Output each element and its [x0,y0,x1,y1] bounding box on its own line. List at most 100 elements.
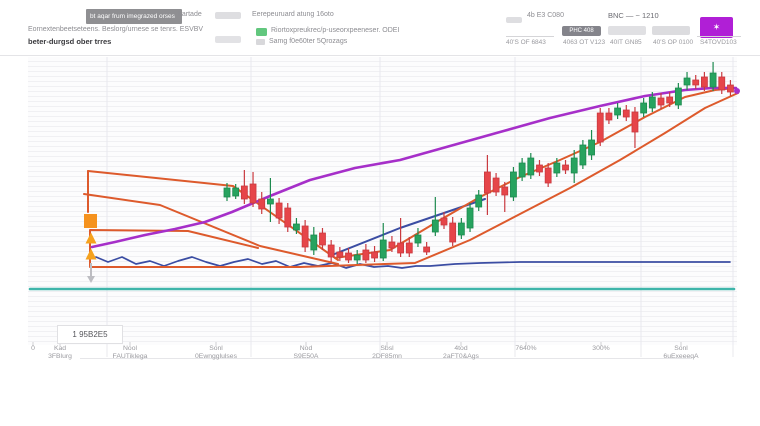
x-axis-label: Sonl0Ewngglulses [195,345,237,361]
toolbar-pill[interactable] [215,36,241,43]
green-indicator-badge [256,28,267,36]
candlestick [415,235,421,243]
candlestick [372,252,378,258]
candlestick [380,240,386,258]
x-axis-tick-text: Kad [54,345,66,352]
candlestick [276,203,282,218]
toolbar: bt aqar frum imegrazed orses Lartade Eer… [0,0,760,56]
x-axis-tick-text: Sonl [674,345,688,352]
candlestick [406,243,412,253]
candlestick [458,223,464,235]
candlestick [293,224,299,230]
x-axis-tick-text: S9E50A [294,353,319,360]
candlestick [641,103,647,113]
candlestick [450,223,456,242]
buy-button[interactable]: ✶ [700,17,733,38]
candlestick [536,165,542,172]
candlestick [545,168,551,183]
candlestick [441,218,447,225]
candlestick [649,97,655,108]
x-axis-tick-text: FAUTiklega [113,353,148,360]
candlestick [285,208,291,227]
candlestick [667,97,673,103]
candlestick [727,85,733,92]
candlestick [528,158,534,175]
candlestick [432,220,438,232]
up-arrow-icon [86,233,97,244]
x-axis-label: Kad3FBlurg [48,345,72,361]
candlestick [597,113,603,142]
candlestick [519,163,525,177]
candlestick [250,184,256,203]
toolbar-pill[interactable] [215,12,241,19]
symbol-label: BNC — ~ 1210 [608,11,659,20]
line-end-dot [734,88,740,94]
candlestick [684,78,690,85]
price-axis-tag: 1 95B2E5 [57,325,123,344]
x-axis-tick-text: 0 [31,345,35,352]
candlestick [571,158,577,173]
candlestick [615,108,621,115]
divider [697,36,741,37]
candlestick [319,233,325,245]
candlestick [554,163,560,173]
stat-value: 40'S OF 6843 [506,39,546,46]
candlestick [623,110,629,117]
latest-label: Lartade [178,11,202,18]
x-axis-tick-text: 0Ewngglulses [195,353,237,360]
divider [506,36,554,37]
x-axis-label: 300% [592,345,609,353]
orange-trendline-2 [84,194,338,264]
candlestick [267,199,273,204]
candlestick [632,112,638,132]
x-axis-tick-text: 6uExeeeqA [663,353,698,360]
down-arrow-icon [87,276,95,283]
candlestick [363,250,369,260]
toolbar-pill[interactable] [506,17,522,23]
buy-marker-square-icon [84,214,97,228]
toolbar-pill[interactable] [608,26,646,35]
toolbar-pill[interactable] [652,26,690,35]
candlestick [510,172,516,197]
candlestick [311,235,317,250]
candlestick [233,188,239,196]
toolbar-right-small: 4b E3 C080 [527,12,564,19]
x-axis-tick-text: 3FBlurg [48,353,72,360]
candlestick [493,178,499,192]
x-axis-tick-text: 2aFT0&Ags [443,353,479,360]
candlestick [710,73,716,87]
stat-value: S4TOVD103 [700,39,737,46]
x-axis: 0Kad3FBlurgNoolFAUTiklegaSonl0Ewngglulse… [0,345,760,367]
candlestick [259,199,265,209]
x-axis-label: NodS9E50A [294,345,319,361]
candlestick [224,188,230,197]
x-axis-label: NoolFAUTiklega [113,345,148,361]
sparkle-icon: ✶ [713,22,721,32]
candlestick [719,77,725,90]
gray-indicator-badge [256,39,265,45]
x-axis-tick-text: Sonl [209,345,223,352]
primary-toolbar-button[interactable]: bt aqar frum imegrazed orses [86,9,182,24]
legend-line-2: Riortoxpreukrec/p-useorxpeeneser. ODEI [271,27,399,34]
candlestick [563,165,569,170]
stat-value: 40IT GN85 [610,39,642,46]
candlestick [675,88,681,105]
price-chip[interactable]: PHC 408 [562,26,601,36]
candlestick [389,242,395,248]
candlestick [658,98,664,105]
x-axis-tick-text: 300% [592,345,609,352]
candlestick [476,195,482,207]
candlestick [502,187,508,195]
candlestick [346,253,352,260]
candlestick [693,80,699,85]
candlestick [701,77,707,87]
candlestick [302,226,308,247]
orange-upper-channel [335,88,736,258]
candlestick [241,186,247,199]
x-axis-tick-text: Nod [300,345,312,352]
x-axis-tick-text: Sbsl [380,345,393,352]
up-arrow-icon [86,249,97,260]
x-axis-label: 0 [31,345,35,353]
x-axis-label: 7640% [515,345,536,353]
x-axis-label: 4tod2aFT0&Ags [443,345,479,361]
